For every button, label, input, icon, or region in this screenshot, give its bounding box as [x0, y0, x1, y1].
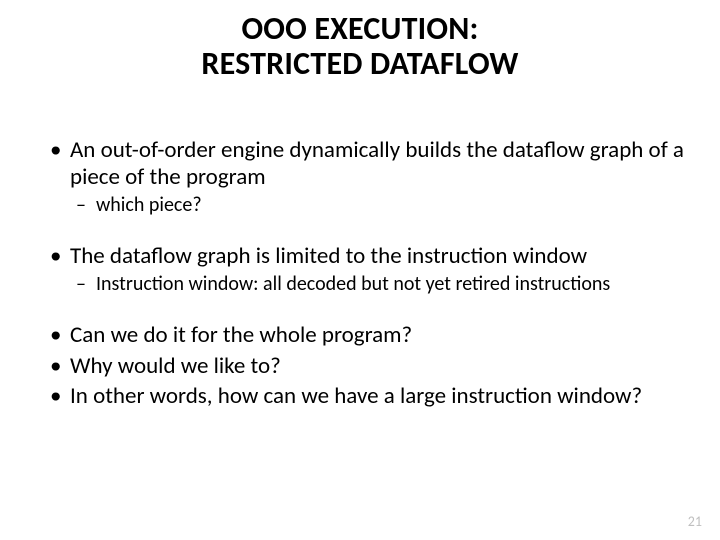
bullet-2-sub-1: Instruction window: all decoded but not … — [36, 273, 684, 296]
bullet-2: The dataflow graph is limited to the ins… — [36, 243, 684, 269]
bullet-1: An out-of-order engine dynamically build… — [36, 137, 684, 190]
bullet-1-sub-1: which piece? — [36, 194, 684, 217]
title-line-1: OOO EXECUTION: — [241, 9, 478, 48]
slide-title: OOO EXECUTION: RESTRICTED DATAFLOW — [36, 12, 684, 81]
page-number: 21 — [688, 513, 702, 530]
bullet-list: An out-of-order engine dynamically build… — [36, 137, 684, 410]
slide: OOO EXECUTION: RESTRICTED DATAFLOW An ou… — [0, 0, 720, 540]
spacer — [36, 300, 684, 322]
bullet-4: Why would we like to? — [36, 353, 684, 379]
title-line-2: RESTRICTED DATAFLOW — [201, 44, 518, 83]
spacer — [36, 221, 684, 243]
bullet-3: Can we do it for the whole program? — [36, 322, 684, 348]
bullet-5: In other words, how can we have a large … — [36, 383, 684, 409]
